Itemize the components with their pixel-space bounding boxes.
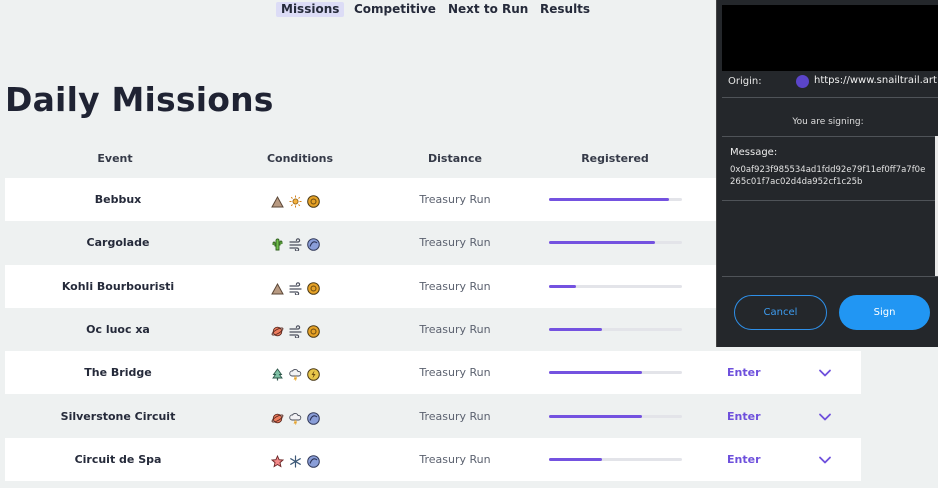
tab-results[interactable]: Results bbox=[535, 2, 595, 17]
enter-button[interactable]: Enter bbox=[727, 366, 761, 379]
cactus-icon bbox=[271, 236, 284, 251]
registered-progress-bar bbox=[549, 241, 682, 244]
registered-progress-fill bbox=[549, 458, 603, 461]
event-name: Oc luoc xa bbox=[86, 323, 150, 336]
planet-icon bbox=[271, 323, 284, 337]
header-event: Event bbox=[97, 152, 133, 165]
sign-button[interactable]: Sign bbox=[839, 295, 930, 330]
storm-icon bbox=[289, 410, 302, 425]
registered-progress-fill bbox=[549, 371, 643, 374]
registered-progress-fill bbox=[549, 241, 656, 244]
coin-icon bbox=[307, 280, 320, 295]
table-row[interactable]: Circuit de Spa Treasury Run Enter bbox=[5, 438, 861, 481]
registered-progress-bar bbox=[549, 371, 682, 374]
tab-competitive[interactable]: Competitive bbox=[349, 2, 441, 17]
conditions bbox=[271, 178, 320, 221]
table-row[interactable]: The Bridge Treasury Run Enter bbox=[5, 351, 861, 394]
divider bbox=[722, 200, 938, 201]
wind-icon bbox=[289, 323, 302, 339]
site-favicon-icon bbox=[796, 75, 809, 88]
divider bbox=[722, 136, 938, 137]
message-label: Message: bbox=[730, 147, 778, 158]
table-row[interactable]: Silverstone Circuit Treasury Run Enter bbox=[5, 395, 861, 438]
wind-icon bbox=[289, 280, 302, 296]
registered-progress-fill bbox=[549, 285, 576, 288]
page-title: Daily Missions bbox=[5, 80, 274, 119]
header-conditions: Conditions bbox=[266, 152, 334, 165]
snowflake-icon bbox=[289, 453, 302, 468]
wallet-header-area bbox=[722, 5, 938, 71]
tab-next-to-run[interactable]: Next to Run bbox=[443, 2, 533, 17]
mountain-icon bbox=[271, 280, 284, 295]
conditions bbox=[271, 221, 320, 264]
distance: Treasury Run bbox=[419, 280, 491, 293]
origin-label: Origin: bbox=[728, 76, 762, 87]
wallet-sign-dialog: Origin: https://www.snailtrail.art You a… bbox=[716, 0, 938, 347]
event-name: Silverstone Circuit bbox=[60, 410, 176, 423]
registered-progress-bar bbox=[549, 328, 682, 331]
distance: Treasury Run bbox=[419, 366, 491, 379]
divider bbox=[722, 97, 938, 98]
event-name: The Bridge bbox=[84, 366, 152, 379]
enter-button[interactable]: Enter bbox=[727, 410, 761, 423]
tree-icon bbox=[271, 366, 284, 381]
conditions bbox=[271, 351, 320, 394]
conditions bbox=[271, 308, 320, 351]
chevron-down-icon[interactable] bbox=[818, 409, 832, 423]
event-name: Kohli Bourbouristi bbox=[61, 280, 175, 293]
registered-progress-fill bbox=[549, 198, 669, 201]
chevron-down-icon[interactable] bbox=[818, 365, 832, 379]
wave-icon bbox=[307, 453, 320, 468]
event-name: Bebbux bbox=[94, 193, 142, 206]
message-text: 0x0af923f985534ad1fdd92e79f11ef0ff7a7f0e… bbox=[730, 165, 926, 187]
signing-text: You are signing: bbox=[792, 117, 864, 127]
storm-icon bbox=[289, 366, 302, 381]
conditions bbox=[271, 395, 320, 438]
distance: Treasury Run bbox=[419, 453, 491, 466]
distance: Treasury Run bbox=[419, 410, 491, 423]
registered-progress-fill bbox=[549, 415, 643, 418]
chevron-down-icon[interactable] bbox=[818, 452, 832, 466]
coin-icon bbox=[307, 193, 320, 208]
coin-icon bbox=[307, 323, 320, 338]
bolt-icon bbox=[307, 366, 320, 381]
registered-progress-fill bbox=[549, 328, 603, 331]
registered-progress-bar bbox=[549, 415, 682, 418]
wave-icon bbox=[307, 410, 320, 425]
mountain-icon bbox=[271, 193, 284, 208]
planet-icon bbox=[271, 410, 284, 424]
registered-progress-bar bbox=[549, 198, 682, 201]
sun-icon bbox=[289, 193, 302, 208]
enter-button[interactable]: Enter bbox=[727, 453, 761, 466]
star-icon bbox=[270, 453, 285, 468]
header-distance: Distance bbox=[428, 152, 482, 165]
distance: Treasury Run bbox=[419, 193, 491, 206]
event-name: Cargolade bbox=[86, 236, 150, 249]
event-name: Circuit de Spa bbox=[74, 453, 162, 466]
wind-icon bbox=[289, 236, 302, 252]
registered-progress-bar bbox=[549, 285, 682, 288]
divider bbox=[722, 276, 938, 277]
registered-progress-bar bbox=[549, 458, 682, 461]
distance: Treasury Run bbox=[419, 236, 491, 249]
wave-icon bbox=[307, 236, 320, 251]
conditions bbox=[271, 265, 320, 308]
tab-missions[interactable]: Missions bbox=[276, 2, 345, 17]
header-registered: Registered bbox=[581, 152, 649, 165]
distance: Treasury Run bbox=[419, 323, 491, 336]
conditions bbox=[270, 438, 320, 481]
cancel-button[interactable]: Cancel bbox=[734, 295, 827, 330]
origin-url: https://www.snailtrail.art bbox=[814, 75, 937, 86]
